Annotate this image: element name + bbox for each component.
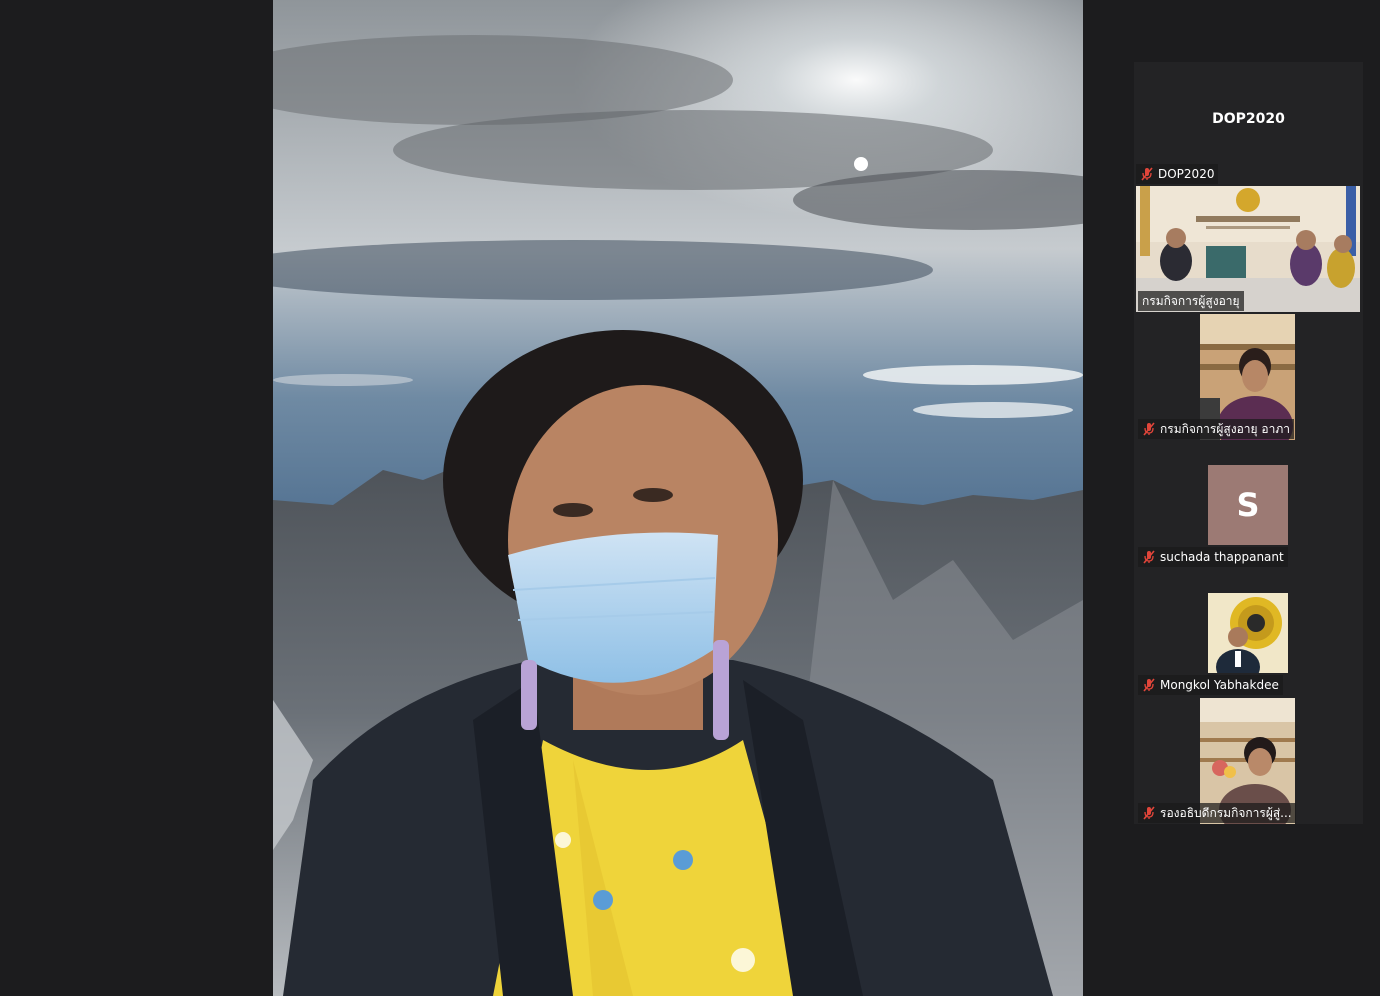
participant-name: DOP2020 — [1158, 167, 1215, 181]
panel-title: DOP2020 — [1212, 111, 1285, 127]
mic-muted-icon — [1141, 167, 1153, 181]
active-speaker-header[interactable]: DOP2020 DOP2020 — [1134, 62, 1363, 186]
participants-panel: DOP2020 DOP2020 กรมกิจการผู้สูงอายุ กรมก… — [1134, 62, 1363, 824]
participant-name: Mongkol Yabhakdee — [1160, 678, 1279, 692]
avatar: S — [1208, 465, 1288, 545]
participant-tile[interactable]: รองอธิบดีกรมกิจการผู้สู่... — [1136, 698, 1360, 824]
tile-name-label: suchada thappanant — [1138, 547, 1288, 567]
participant-tile[interactable]: กรมกิจการผู้สูงอายุ อาภา — [1136, 314, 1360, 440]
tile-name-label: Mongkol Yabhakdee — [1138, 675, 1283, 695]
participant-tile[interactable]: กรมกิจการผู้สูงอายุ — [1136, 186, 1360, 312]
main-speaker-scene — [273, 0, 1083, 996]
participant-name: กรมกิจการผู้สูงอายุ อาภา — [1160, 422, 1290, 436]
tile-name-label: รองอธิบดีกรมกิจการผู้สู่... — [1138, 803, 1296, 823]
participant-tile[interactable]: Mongkol Yabhakdee — [1136, 570, 1360, 696]
main-speaker-video[interactable] — [273, 0, 1083, 996]
tile-name-label: DOP2020 — [1136, 164, 1219, 184]
participant-name: suchada thappanant — [1160, 550, 1284, 564]
tile-name-label: กรมกิจการผู้สูงอายุ อาภา — [1138, 419, 1294, 439]
participant-tile[interactable]: S suchada thappanant — [1136, 442, 1360, 568]
mic-muted-icon — [1143, 422, 1155, 436]
participant-name: กรมกิจการผู้สูงอายุ — [1142, 294, 1240, 308]
participant-video — [1208, 593, 1288, 673]
video-call-window: DOP2020 DOP2020 กรมกิจการผู้สูงอายุ กรมก… — [0, 0, 1380, 996]
mic-muted-icon — [1143, 678, 1155, 692]
tile-name-label: กรมกิจการผู้สูงอายุ — [1138, 291, 1244, 311]
mic-muted-icon — [1143, 550, 1155, 564]
mic-muted-icon — [1143, 806, 1155, 820]
participant-name: รองอธิบดีกรมกิจการผู้สู่... — [1160, 806, 1292, 820]
